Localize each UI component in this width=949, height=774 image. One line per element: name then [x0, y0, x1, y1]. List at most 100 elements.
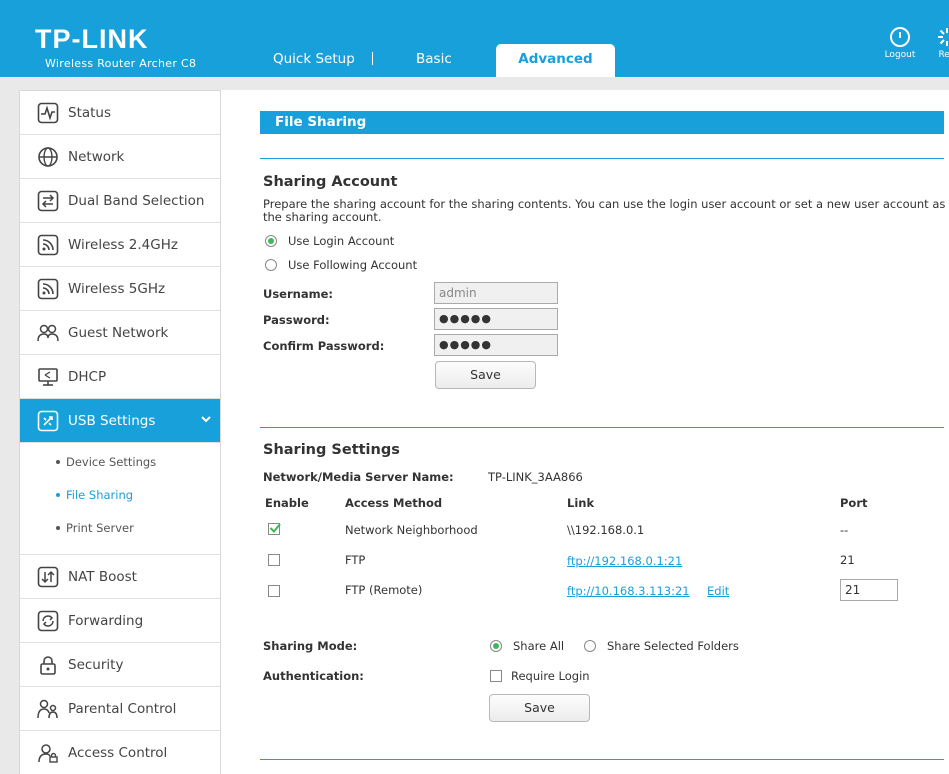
- logout-button[interactable]: Logout: [883, 26, 917, 60]
- lock-icon: [36, 653, 60, 677]
- sidebar-subitem-device-settings[interactable]: Device Settings: [56, 455, 156, 469]
- sidebar-item-forwarding[interactable]: Forwarding: [20, 599, 220, 643]
- router-admin-page: TP-LINK Wireless Router Archer C8 Quick …: [0, 0, 949, 774]
- dual-band-icon: [36, 189, 60, 213]
- enable-ftp-remote-checkbox[interactable]: [268, 585, 280, 597]
- column-access-method: Access Method: [345, 496, 443, 510]
- sidebar-item-status[interactable]: Status: [20, 91, 220, 135]
- tab-basic[interactable]: Basic: [416, 44, 452, 77]
- section-divider: [260, 158, 944, 159]
- parental-icon: [36, 697, 60, 721]
- share-all-label: Share All: [513, 639, 565, 653]
- sidebar-item-dual-band[interactable]: Dual Band Selection: [20, 179, 220, 223]
- sidebar-item-nat-boost[interactable]: NAT Boost: [20, 555, 220, 599]
- account-save-button[interactable]: Save: [435, 361, 536, 389]
- ftp-remote-link[interactable]: ftp://10.168.3.113:21: [567, 584, 690, 598]
- share-selected-folders-label: Share Selected Folders: [607, 639, 739, 653]
- dhcp-icon: [36, 365, 60, 389]
- sidebar-item-label: Wireless 5GHz: [68, 280, 166, 297]
- enable-ftp-checkbox[interactable]: [268, 554, 280, 566]
- confirm-password-field[interactable]: ●●●●●: [434, 334, 558, 356]
- table-row-method: FTP (Remote): [345, 583, 423, 597]
- password-label: Password:: [263, 313, 330, 327]
- sidebar-item-wireless-5[interactable]: Wireless 5GHz: [20, 267, 220, 311]
- router-model: Wireless Router Archer C8: [45, 57, 197, 70]
- sharing-settings-heading: Sharing Settings: [263, 442, 400, 458]
- sidebar-subitem-file-sharing[interactable]: File Sharing: [56, 488, 133, 502]
- wireless-icon: [36, 233, 60, 257]
- chevron-down-icon: [200, 413, 212, 429]
- sidebar-item-label: Parental Control: [68, 700, 177, 717]
- settings-save-button[interactable]: Save: [489, 694, 590, 722]
- username-field[interactable]: admin: [434, 282, 558, 304]
- tab-quick-setup[interactable]: Quick Setup: [273, 44, 355, 77]
- globe-icon: [36, 145, 60, 169]
- sidebar-item-label: Wireless 2.4GHz: [68, 236, 178, 253]
- sidebar-item-parental-control[interactable]: Parental Control: [20, 687, 220, 731]
- section-divider: [260, 759, 944, 760]
- share-all-radio[interactable]: [490, 640, 502, 652]
- sidebar-item-wireless-24[interactable]: Wireless 2.4GHz: [20, 223, 220, 267]
- nat-boost-icon: [36, 565, 60, 589]
- authentication-label: Authentication:: [263, 669, 364, 683]
- sidebar-item-network[interactable]: Network: [20, 135, 220, 179]
- sharing-account-description: Prepare the sharing account for the shar…: [263, 197, 946, 224]
- usb-icon: [36, 409, 60, 433]
- edit-link[interactable]: Edit: [707, 584, 729, 598]
- use-login-account-radio[interactable]: [265, 235, 277, 247]
- sidebar-item-label: Security: [68, 656, 124, 673]
- table-row-port: --: [840, 523, 849, 537]
- top-header: TP-LINK Wireless Router Archer C8 Quick …: [0, 0, 949, 77]
- tab-divider: [372, 52, 373, 65]
- use-login-account-label: Use Login Account: [288, 234, 395, 248]
- ftp-link[interactable]: ftp://192.168.0.1:21: [567, 554, 682, 568]
- sidebar-item-label: Dual Band Selection: [68, 192, 205, 209]
- sidebar-item-label: NAT Boost: [68, 568, 137, 585]
- reboot-icon: [938, 28, 948, 46]
- main-content: File Sharing Sharing Account Prepare the…: [221, 90, 949, 774]
- sidebar-item-label: Network: [68, 148, 125, 165]
- sidebar-item-label: Status: [68, 104, 112, 121]
- sidebar-item-label: DHCP: [68, 368, 107, 385]
- table-row-port: 21: [840, 553, 855, 567]
- bullet-icon: [56, 492, 60, 497]
- server-name-value: TP-LINK_3AA866: [488, 470, 583, 484]
- use-following-account-radio[interactable]: [265, 259, 277, 271]
- require-login-label: Require Login: [511, 669, 590, 683]
- confirm-password-label: Confirm Password:: [263, 339, 385, 353]
- username-label: Username:: [263, 287, 333, 301]
- sidebar-item-guest-network[interactable]: Guest Network: [20, 311, 220, 355]
- password-field[interactable]: ●●●●●: [434, 308, 558, 330]
- sharing-mode-label: Sharing Mode:: [263, 639, 358, 653]
- access-control-icon: [36, 741, 60, 765]
- guest-icon: [36, 321, 60, 345]
- table-row-method: FTP: [345, 553, 366, 567]
- subitem-label: Print Server: [66, 521, 134, 535]
- tab-advanced[interactable]: Advanced: [496, 44, 615, 77]
- use-following-account-label: Use Following Account: [288, 258, 418, 272]
- require-login-checkbox[interactable]: [490, 670, 502, 682]
- sidebar-item-security[interactable]: Security: [20, 643, 220, 687]
- sidebar-item-label: Forwarding: [68, 612, 144, 629]
- subitem-label: File Sharing: [66, 488, 134, 502]
- section-title-bar: File Sharing: [260, 111, 944, 134]
- sidebar-item-dhcp[interactable]: DHCP: [20, 355, 220, 399]
- ftp-remote-port-input[interactable]: 21: [840, 579, 898, 601]
- sidebar-item-label: Access Control: [68, 744, 168, 761]
- subitem-label: Device Settings: [66, 455, 157, 469]
- bullet-icon: [56, 525, 60, 530]
- sidebar-subitem-print-server[interactable]: Print Server: [56, 521, 134, 535]
- wireless-icon: [36, 277, 60, 301]
- enable-network-neighborhood-checkbox[interactable]: [268, 523, 281, 535]
- sidebar-item-usb-settings[interactable]: USB Settings: [20, 399, 220, 443]
- server-name-label: Network/Media Server Name:: [263, 470, 454, 484]
- tp-link-logo: TP-LINK: [35, 24, 149, 54]
- logout-label: Logout: [884, 50, 916, 60]
- sidebar-item-label: USB Settings: [68, 412, 156, 429]
- table-row-method: Network Neighborhood: [345, 523, 478, 537]
- reboot-button[interactable]: Reb: [930, 26, 949, 60]
- share-selected-folders-radio[interactable]: [584, 640, 596, 652]
- power-icon: [890, 27, 910, 47]
- sidebar-item-label: Guest Network: [68, 324, 169, 341]
- sidebar-item-access-control[interactable]: Access Control: [20, 731, 220, 774]
